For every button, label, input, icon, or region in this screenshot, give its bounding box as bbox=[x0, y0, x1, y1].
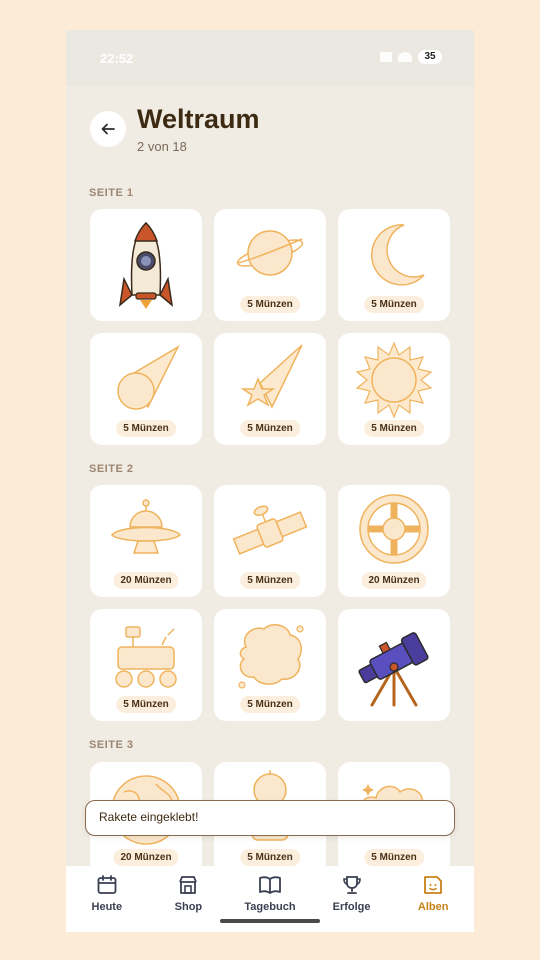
telescope-icon bbox=[358, 632, 429, 707]
section-label-page-2: SEITE 2 bbox=[89, 463, 134, 475]
section-label-page-1: SEITE 1 bbox=[89, 187, 134, 199]
album-icon bbox=[424, 876, 443, 894]
battery-indicator: 35 bbox=[418, 50, 442, 64]
nav-label-alben: Alben bbox=[417, 901, 449, 913]
app-screen: 22:52 35 Weltraum 2 von 18 SEITE 1 5 Mün… bbox=[66, 30, 474, 932]
nav-label-tagebuch: Tagebuch bbox=[244, 901, 296, 913]
page-title: Weltraum bbox=[137, 104, 260, 134]
sticker-price: 5 Münzen bbox=[116, 420, 176, 437]
sticker-price: 20 Münzen bbox=[113, 849, 179, 866]
nav-item-alben[interactable]: Alben bbox=[392, 866, 474, 932]
sticker-komet[interactable]: 5 Münzen bbox=[90, 333, 202, 445]
sticker-price: 20 Münzen bbox=[361, 572, 427, 589]
sticker-price: 5 Münzen bbox=[364, 420, 424, 437]
sticker-sternschnuppe[interactable]: 5 Münzen bbox=[214, 333, 326, 445]
signal-icon bbox=[380, 52, 392, 62]
sticker-teleskop[interactable] bbox=[338, 609, 450, 721]
sticker-planet[interactable]: 5 Münzen bbox=[214, 209, 326, 321]
nav-label-erfolge: Erfolge bbox=[332, 901, 371, 913]
toast-notification: Rakete eingeklebt! bbox=[85, 800, 455, 836]
sticker-price: 5 Münzen bbox=[240, 696, 300, 713]
nav-item-erfolge[interactable]: Erfolge bbox=[311, 866, 393, 932]
book-icon bbox=[259, 876, 281, 894]
status-icons: 35 bbox=[380, 50, 442, 64]
sticker-rakete[interactable] bbox=[90, 209, 202, 321]
sticker-mond[interactable]: 5 Münzen bbox=[338, 209, 450, 321]
store-icon bbox=[179, 876, 198, 894]
sticker-price: 5 Münzen bbox=[116, 696, 176, 713]
sticker-price: 5 Münzen bbox=[364, 849, 424, 866]
sticker-nebel[interactable]: 5 Münzen bbox=[214, 609, 326, 721]
sticker-sonne[interactable]: 5 Münzen bbox=[338, 333, 450, 445]
section-label-page-3: SEITE 3 bbox=[89, 739, 134, 751]
status-bar: 22:52 35 bbox=[66, 30, 474, 86]
sticker-rover[interactable]: 5 Münzen bbox=[90, 609, 202, 721]
sticker-satellit[interactable]: 5 Münzen bbox=[214, 485, 326, 597]
sticker-price: 5 Münzen bbox=[364, 296, 424, 313]
rocket-icon bbox=[118, 221, 174, 309]
collection-progress: 2 von 18 bbox=[137, 139, 187, 154]
sticker-price: 5 Münzen bbox=[240, 420, 300, 437]
sticker-price: 5 Münzen bbox=[240, 296, 300, 313]
nav-label-heute: Heute bbox=[91, 901, 123, 913]
wifi-icon bbox=[398, 52, 412, 62]
sticker-price: 5 Münzen bbox=[240, 572, 300, 589]
nav-item-shop[interactable]: Shop bbox=[148, 866, 230, 932]
trophy-icon bbox=[342, 876, 361, 894]
arrow-left-icon bbox=[101, 123, 115, 135]
calendar-icon bbox=[97, 875, 117, 894]
home-indicator bbox=[220, 919, 320, 923]
sticker-ufo[interactable]: 20 Münzen bbox=[90, 485, 202, 597]
nav-item-heute[interactable]: Heute bbox=[66, 866, 148, 932]
status-time: 22:52 bbox=[100, 51, 134, 66]
sticker-price: 5 Münzen bbox=[240, 849, 300, 866]
sticker-price: 20 Münzen bbox=[113, 572, 179, 589]
back-button[interactable] bbox=[90, 111, 126, 147]
sticker-raumstation[interactable]: 20 Münzen bbox=[338, 485, 450, 597]
nav-label-shop: Shop bbox=[174, 901, 203, 913]
